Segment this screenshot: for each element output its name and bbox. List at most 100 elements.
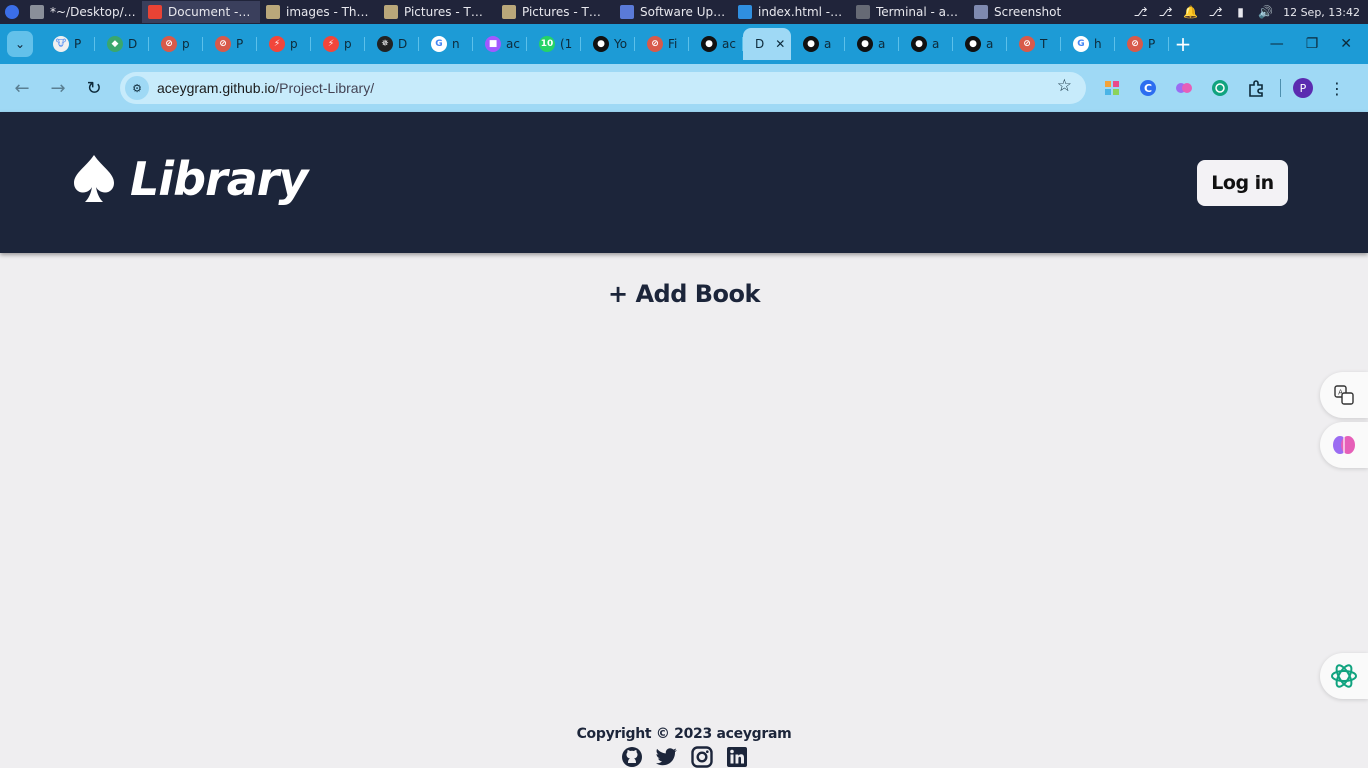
- browser-tab[interactable]: ⊘ T: [1007, 28, 1061, 60]
- tab-title: h: [1094, 37, 1102, 51]
- extension-grid-icon[interactable]: [1100, 76, 1124, 100]
- folder-icon: [384, 5, 398, 19]
- tab-search-button[interactable]: ⌄: [7, 31, 33, 57]
- taskbar-task-label: Screenshot: [994, 5, 1062, 19]
- taskbar-task[interactable]: Terminal - ace...: [850, 1, 968, 23]
- linkedin-icon[interactable]: [726, 746, 748, 768]
- taskbar-task[interactable]: Software Upd...: [614, 1, 732, 23]
- brain-float-button[interactable]: [1320, 422, 1368, 468]
- browser-tab[interactable]: ⚡ p: [257, 28, 311, 60]
- taskbar-task[interactable]: index.html - Pr...: [732, 1, 850, 23]
- browser-tab[interactable]: ■ ac: [473, 28, 527, 60]
- clock[interactable]: 12 Sep, 13:42: [1283, 6, 1360, 19]
- browser-tab[interactable]: ⊘ P: [203, 28, 257, 60]
- tab-favicon-icon: ⊘: [1019, 36, 1035, 52]
- chrome-icon: [148, 5, 162, 19]
- browser-tab[interactable]: ✵ D: [365, 28, 419, 60]
- taskbar-task-label: *~/Desktop/G...: [50, 5, 136, 19]
- chatgpt-extension-icon[interactable]: [1208, 76, 1232, 100]
- translate-float-button[interactable]: A: [1320, 372, 1368, 418]
- browser-tab[interactable]: 🐮 P: [41, 28, 95, 60]
- browser-tab[interactable]: ⊘ P: [1115, 28, 1169, 60]
- tab-title: D: [128, 37, 138, 51]
- taskbar-task[interactable]: Pictures - Thu...: [378, 1, 496, 23]
- close-tab-icon[interactable]: ✕: [775, 37, 785, 51]
- brand[interactable]: Library: [72, 152, 308, 206]
- forward-button[interactable]: →: [40, 70, 76, 106]
- text-editor-icon: [30, 5, 44, 19]
- copyright-text: Copyright © 2023 aceygram: [576, 726, 792, 742]
- network-icon[interactable]: ⎇: [1133, 5, 1148, 20]
- svg-text:C: C: [1144, 82, 1152, 95]
- browser-tab[interactable]: ⊘ Fi: [635, 28, 689, 60]
- minimize-icon[interactable]: —: [1270, 36, 1284, 52]
- add-book-button[interactable]: + Add Book: [608, 280, 760, 308]
- tab-title: T: [1040, 37, 1048, 51]
- tab-favicon-icon: 🐮: [53, 36, 69, 52]
- new-tab-button[interactable]: +: [1169, 34, 1197, 54]
- tab-title: p: [290, 37, 298, 51]
- browser-tab[interactable]: ⚡ p: [311, 28, 365, 60]
- taskbar-task[interactable]: images - Thun...: [260, 1, 378, 23]
- app-menu-icon[interactable]: [0, 0, 24, 24]
- browser-tab[interactable]: 10 (1: [527, 28, 581, 60]
- browser-menu-icon[interactable]: ⋮: [1325, 76, 1349, 100]
- reload-button[interactable]: ↻: [76, 70, 112, 106]
- tab-title: a: [986, 37, 994, 51]
- volume-icon[interactable]: 🔊: [1258, 5, 1273, 20]
- browser-tab[interactable]: ⊘ p: [149, 28, 203, 60]
- tab-title: P: [74, 37, 82, 51]
- url-text[interactable]: aceygram.github.io/Project-Library/: [157, 80, 374, 96]
- tab-title: P: [236, 37, 244, 51]
- network-icon[interactable]: ⎇: [1158, 5, 1173, 20]
- notifications-icon[interactable]: 🔔: [1183, 5, 1198, 20]
- tab-title: Fi: [668, 37, 678, 51]
- taskbar-task[interactable]: Pictures - Thu...: [496, 1, 614, 23]
- tab-favicon-icon: ◆: [107, 36, 123, 52]
- profile-avatar[interactable]: P: [1293, 78, 1313, 98]
- screenshot-icon: [974, 5, 988, 19]
- tab-favicon-icon: 10: [539, 36, 555, 52]
- add-book-section: + Add Book: [0, 280, 1368, 308]
- tab-title: ac: [506, 37, 520, 51]
- browser-tab[interactable]: ● a: [791, 28, 845, 60]
- browser-tab[interactable]: ● a: [953, 28, 1007, 60]
- browser-tab[interactable]: Gh: [1061, 28, 1115, 60]
- brain-extension-icon[interactable]: [1172, 76, 1196, 100]
- browser-tab[interactable]: ● a: [845, 28, 899, 60]
- browser-tab[interactable]: ● ac: [689, 28, 743, 60]
- svg-text:A: A: [1338, 389, 1343, 397]
- login-button[interactable]: Log in: [1197, 160, 1288, 206]
- bookmark-star-icon[interactable]: ☆: [1057, 76, 1072, 96]
- tab-favicon-icon: ●: [593, 36, 609, 52]
- tab-favicon-icon: ⊘: [161, 36, 177, 52]
- chatgpt-float-button[interactable]: [1320, 653, 1368, 699]
- browser-tab[interactable]: ● Yo: [581, 28, 635, 60]
- browser-tab[interactable]: ◆ D: [95, 28, 149, 60]
- twitter-icon[interactable]: [655, 746, 678, 768]
- battery-icon[interactable]: ▮: [1233, 5, 1248, 20]
- network-icon[interactable]: ⎇: [1208, 5, 1223, 20]
- instagram-icon[interactable]: [690, 746, 713, 768]
- taskbar-task-label: index.html - Pr...: [758, 5, 844, 19]
- browser-tab-active[interactable]: D ✕: [743, 28, 791, 60]
- tab-favicon-icon: ■: [485, 36, 501, 52]
- taskbar-task[interactable]: *~/Desktop/G...: [24, 1, 142, 23]
- browser-tab[interactable]: ● a: [899, 28, 953, 60]
- tab-favicon-icon: G: [1073, 36, 1089, 52]
- taskbar-task-label: Document - G...: [168, 5, 254, 19]
- taskbar-task[interactable]: Document - G...: [142, 1, 260, 23]
- browser-tab[interactable]: Gn: [419, 28, 473, 60]
- taskbar-task[interactable]: Screenshot: [968, 1, 1086, 23]
- folder-icon: [502, 5, 516, 19]
- site-info-icon[interactable]: ⚙: [125, 76, 149, 100]
- extension-c-icon[interactable]: C: [1136, 76, 1160, 100]
- address-bar[interactable]: ⚙ aceygram.github.io/Project-Library/ ☆: [120, 72, 1086, 104]
- restore-icon[interactable]: ❐: [1306, 36, 1319, 52]
- tab-title: D: [755, 37, 765, 51]
- taskbar-task-label: Terminal - ace...: [876, 5, 962, 19]
- close-window-icon[interactable]: ✕: [1340, 36, 1352, 52]
- extensions-puzzle-icon[interactable]: [1244, 76, 1268, 100]
- back-button[interactable]: ←: [4, 70, 40, 106]
- github-icon[interactable]: [621, 746, 643, 768]
